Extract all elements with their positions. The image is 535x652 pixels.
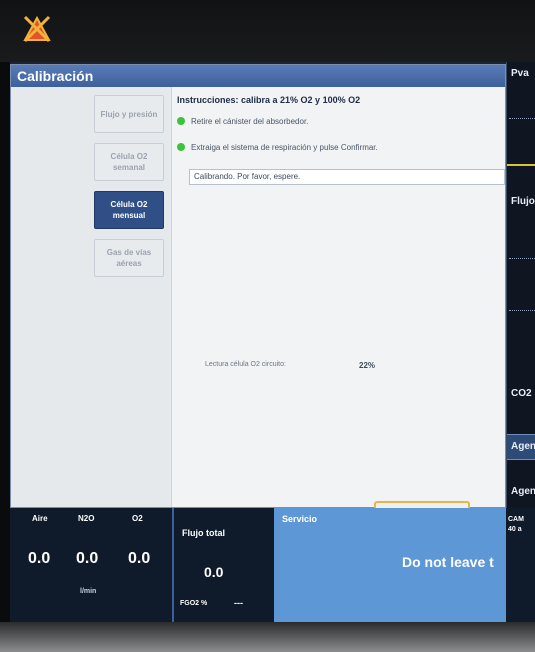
cam-label: CAM — [508, 516, 524, 523]
waveform-trace — [509, 118, 535, 119]
gas-value-o2: 0.0 — [128, 550, 151, 567]
monitor-bezel-bottom — [0, 622, 535, 652]
monitor-bezel-top — [0, 0, 535, 62]
waveform-label-flujo: Flujo — [511, 196, 535, 207]
reading-value: 22% — [359, 361, 376, 370]
step-item: Retire el cánister del absorbedor. — [177, 117, 308, 126]
waveform-trace — [509, 258, 535, 259]
waveform-label-pva: Pva — [511, 68, 529, 79]
fgo2-label: FGO2 % — [180, 600, 208, 607]
reading-label: Lectura célula O2 circuito: — [205, 361, 286, 368]
waveform-label-co2: CO2 — [511, 388, 532, 399]
tab-o2-cell-monthly[interactable]: Célula O2 mensual — [94, 191, 164, 229]
step-text: Retire el cánister del absorbedor. — [191, 117, 309, 126]
gas-unit: l/min — [80, 588, 97, 595]
status-message: Calibrando. Por favor, espere. — [189, 169, 505, 185]
agent-button-label: Agente — [511, 441, 535, 452]
gas-flow-panel[interactable]: Aire N2O O2 0.0 0.0 0.0 l/min — [10, 508, 172, 622]
tab-o2-cell-weekly[interactable]: Célula O2 semanal — [94, 143, 164, 181]
ventilator-screen: Pva Flujo CO2 Agente Agente Calibración … — [10, 62, 535, 622]
gas-header-air: Aire — [32, 514, 48, 523]
gas-value-n2o: 0.0 — [76, 550, 99, 567]
agent-button[interactable]: Agente — [507, 434, 535, 460]
step-item: Extraiga el sistema de respiración y pul… — [177, 143, 378, 152]
tab-airway-gas[interactable]: Gas de vías aéreas — [94, 239, 164, 277]
service-panel[interactable]: Servicio Do not leave t — [274, 508, 506, 622]
tab-flow-pressure[interactable]: Flujo y presión — [94, 95, 164, 133]
waveform-label-agente: Agente — [511, 486, 535, 497]
dialog-title: Calibración — [11, 65, 505, 87]
cam-value: 40 a — [508, 526, 522, 533]
total-flow-value: 0.0 — [204, 564, 224, 580]
pressure-trace — [507, 164, 535, 166]
service-title: Servicio — [282, 514, 318, 524]
calibration-dialog: Calibración Flujo y presión Célula O2 se… — [10, 64, 506, 537]
gas-header-o2: O2 — [132, 514, 143, 523]
waveform-trace — [509, 310, 535, 311]
step-done-icon — [177, 117, 185, 125]
calibration-tabs: Flujo y presión Célula O2 semanal Célula… — [11, 87, 172, 507]
service-message: Do not leave t — [402, 554, 494, 570]
total-flow-title: Flujo total — [182, 528, 225, 538]
step-done-icon — [177, 143, 185, 151]
alarm-silenced-icon[interactable] — [22, 14, 52, 44]
calibration-content: Instrucciones: calibra a 21% O2 y 100% O… — [171, 87, 505, 537]
cam-panel: CAM 40 a — [506, 508, 535, 622]
fgo2-value: --- — [234, 598, 243, 608]
gas-header-n2o: N2O — [78, 514, 95, 523]
step-text: Extraiga el sistema de respiración y pul… — [191, 143, 378, 152]
gas-value-air: 0.0 — [28, 550, 51, 567]
total-flow-panel[interactable]: Flujo total 0.0 FGO2 % --- — [172, 508, 274, 622]
instructions-title: Instrucciones: calibra a 21% O2 y 100% O… — [177, 95, 361, 105]
